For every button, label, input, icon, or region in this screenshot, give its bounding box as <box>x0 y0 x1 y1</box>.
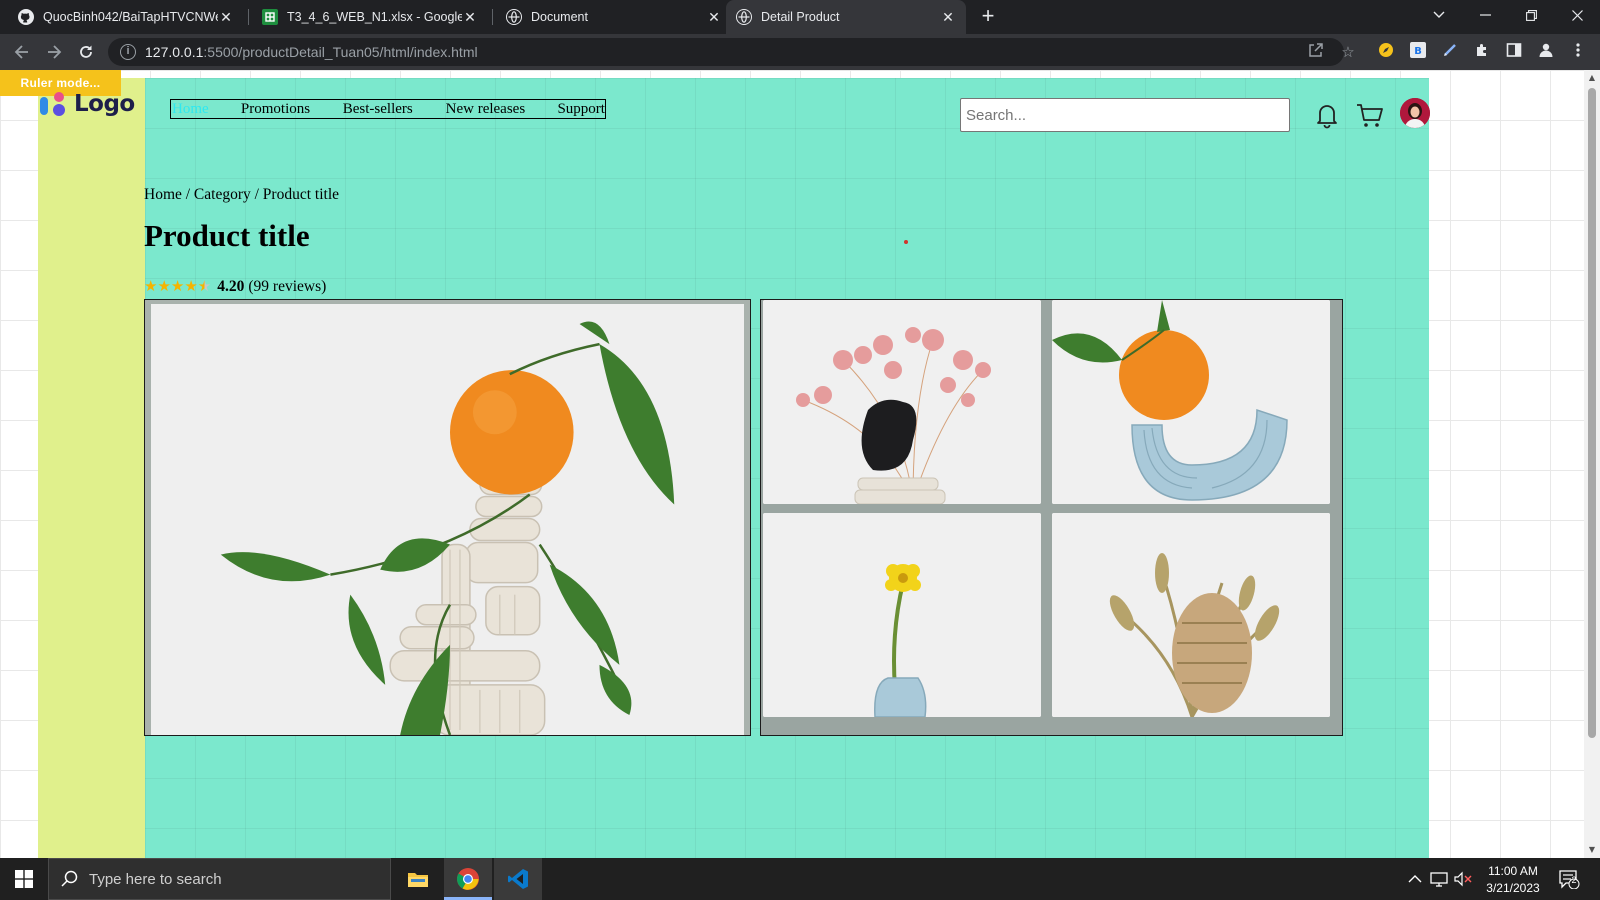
scroll-up-icon[interactable]: ▲ <box>1584 70 1600 86</box>
google-sheets-icon <box>262 9 278 25</box>
globe-icon <box>506 9 522 25</box>
thumbnail-dried-banksia[interactable] <box>1052 513 1330 717</box>
clock-time: 11:00 AM <box>1488 864 1538 878</box>
taskbar-search-box[interactable]: Type here to search <box>48 858 391 900</box>
breadcrumb[interactable]: Home / Category / Product title <box>144 186 339 204</box>
more-menu-icon[interactable] <box>1568 42 1588 62</box>
page-scrollbar[interactable]: ▲ ▼ <box>1584 70 1600 858</box>
browser-toolbar: i 127.0.0.1:5500/productDetail_Tuan05/ht… <box>0 34 1600 70</box>
scroll-down-icon[interactable]: ▼ <box>1584 842 1600 858</box>
sidebar-strip <box>38 78 145 858</box>
review-count[interactable]: (99 reviews) <box>248 278 326 296</box>
tab-title: QuocBinh042/BaiTapHTVCNWeb <box>43 10 218 24</box>
share-icon[interactable] <box>1306 42 1326 62</box>
url-path: :5500/productDetail_Tuan05/html/index.ht… <box>203 44 478 60</box>
tray-overflow-icon[interactable] <box>1408 858 1422 900</box>
github-icon <box>18 9 34 25</box>
logo-text: Logo <box>74 91 135 117</box>
taskbar-clock[interactable]: 11:00 AM 3/21/2023 <box>1478 863 1548 897</box>
nav-item-support[interactable]: Support <box>557 101 605 118</box>
logo-mark-icon <box>40 90 68 118</box>
star-rating-icon: ★★★★★ <box>144 277 212 295</box>
nav-item-home[interactable]: Home <box>172 101 241 118</box>
search-input[interactable] <box>960 98 1290 132</box>
close-icon[interactable]: ✕ <box>218 9 234 26</box>
tab-search-icon[interactable] <box>1416 0 1462 30</box>
close-icon[interactable]: ✕ <box>706 9 722 26</box>
taskbar-search-placeholder: Type here to search <box>89 870 222 888</box>
reload-icon[interactable] <box>74 40 98 64</box>
close-window-icon[interactable] <box>1554 0 1600 30</box>
nav-item-new-releases[interactable]: New releases <box>446 101 558 118</box>
minimize-icon[interactable] <box>1462 0 1508 30</box>
browser-tab-bar: QuocBinh042/BaiTapHTVCNWeb ✕ T3_4_6_WEB_… <box>0 0 1600 34</box>
site-logo[interactable]: Logo <box>40 90 135 118</box>
restore-icon[interactable] <box>1508 0 1554 30</box>
scrollbar-thumb[interactable] <box>1588 88 1596 738</box>
tab-divider <box>492 9 493 25</box>
windows-taskbar: Type here to search 11:00 AM 3/21/2023 2 <box>0 858 1600 900</box>
notification-count: 2 <box>1571 875 1577 885</box>
chrome-icon[interactable] <box>444 858 492 900</box>
tab-divider <box>248 9 249 25</box>
globe-icon <box>736 9 752 25</box>
rating-score: 4.20 <box>217 278 245 295</box>
site-info-icon[interactable]: i <box>120 44 136 60</box>
product-rating: ★★★★★ 4.20 (99 reviews) <box>144 277 326 296</box>
tab-github[interactable]: QuocBinh042/BaiTapHTVCNWeb ✕ <box>8 0 244 34</box>
bookmark-star-icon[interactable]: ☆ <box>1338 42 1358 62</box>
clock-date: 3/21/2023 <box>1486 881 1540 895</box>
main-navigation: Home Promotions Best-sellers New release… <box>170 99 606 119</box>
tab-google-sheets[interactable]: T3_4_6_WEB_N1.xlsx - Google Trang tính ✕ <box>252 0 488 34</box>
gallery-main-image[interactable] <box>144 299 751 736</box>
svg-text:B: B <box>1414 46 1422 57</box>
extension-b-icon[interactable]: B <box>1408 42 1428 62</box>
profile-icon[interactable] <box>1536 42 1556 62</box>
tab-title: T3_4_6_WEB_N1.xlsx - Google Trang tính <box>287 10 462 24</box>
nav-item-best-sellers[interactable]: Best-sellers <box>343 101 446 118</box>
gallery-thumbnail-grid <box>760 299 1343 736</box>
thumbnail-pink-flowers[interactable] <box>763 300 1041 504</box>
tab-detail-product[interactable]: Detail Product ✕ <box>726 0 966 34</box>
search-icon <box>61 870 78 887</box>
network-icon[interactable] <box>1430 858 1448 900</box>
vscode-icon[interactable] <box>494 858 542 900</box>
new-tab-button[interactable]: + <box>976 5 1000 29</box>
nav-item-promotions[interactable]: Promotions <box>241 101 343 118</box>
tab-title: Document <box>531 10 588 24</box>
orange-sculpture-image <box>151 304 744 735</box>
file-explorer-icon[interactable] <box>394 858 442 900</box>
bell-icon[interactable] <box>1312 100 1342 130</box>
extensions-puzzle-icon[interactable] <box>1472 42 1492 62</box>
thumbnail-orange-blue-vase[interactable] <box>1052 300 1330 504</box>
thumbnail-yellow-flower[interactable] <box>763 513 1041 717</box>
windows-start-button[interactable] <box>0 858 48 900</box>
url-host: 127.0.0.1 <box>145 44 204 60</box>
user-avatar[interactable] <box>1400 98 1430 128</box>
volume-muted-icon[interactable] <box>1454 858 1472 900</box>
side-panel-icon[interactable] <box>1504 42 1524 62</box>
product-title: Product title <box>144 218 310 253</box>
back-arrow-icon[interactable] <box>10 40 34 64</box>
extension-pen-icon[interactable] <box>1440 42 1460 62</box>
forward-arrow-icon[interactable] <box>42 40 66 64</box>
extension-compass-icon[interactable] <box>1376 42 1396 62</box>
close-icon[interactable]: ✕ <box>940 9 956 26</box>
close-icon[interactable]: ✕ <box>462 9 478 26</box>
notification-center-icon[interactable]: 2 <box>1558 858 1580 900</box>
tab-document[interactable]: Document ✕ <box>496 0 732 34</box>
tab-title: Detail Product <box>761 10 840 24</box>
windows-logo-icon <box>15 870 33 888</box>
page-viewport: Ruler mode... Logo Home Promotions Best-… <box>0 70 1584 858</box>
address-bar[interactable]: i 127.0.0.1:5500/productDetail_Tuan05/ht… <box>108 38 1344 66</box>
cart-icon[interactable] <box>1355 100 1385 130</box>
red-dot-marker <box>904 240 908 244</box>
